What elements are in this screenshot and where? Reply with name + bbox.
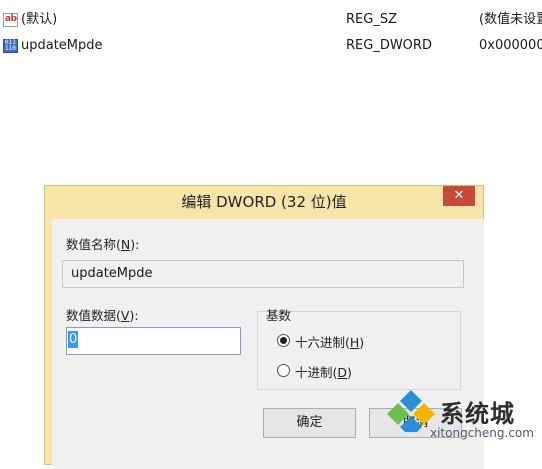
- dword-value-icon: 011 110: [3, 39, 18, 53]
- close-button[interactable]: ✕: [443, 186, 475, 206]
- value-data-selection: 0: [68, 331, 79, 348]
- ok-button[interactable]: 确定: [263, 408, 356, 438]
- close-icon: ✕: [453, 188, 465, 203]
- registry-value-name: (默认): [21, 12, 58, 27]
- registry-value-name: updateMpde: [21, 38, 103, 53]
- watermark-logo-icon: [387, 390, 435, 432]
- watermark-url: xitongcheng.com: [430, 426, 534, 440]
- registry-row-updatempde[interactable]: 011 110 updateMpde REG_DWORD 0x0000000: [0, 35, 542, 57]
- dialog-title: 编辑 DWORD (32 位)值: [181, 193, 347, 211]
- radio-hex-label[interactable]: 十六进制(H): [295, 332, 364, 351]
- registry-value-type: REG_SZ: [346, 12, 397, 27]
- value-data-label: 数值数据(V):: [66, 308, 139, 323]
- radio-decimal-label[interactable]: 十进制(D): [295, 362, 352, 381]
- string-value-icon: ab: [3, 13, 18, 27]
- registry-value-data: (数值未设置: [479, 12, 542, 27]
- dialog-titlebar[interactable]: 编辑 DWORD (32 位)值 ✕: [45, 186, 483, 219]
- value-data-input[interactable]: [66, 327, 241, 355]
- value-name-field[interactable]: updateMpde: [62, 260, 464, 288]
- value-name-label: 数值名称(N):: [66, 237, 140, 252]
- base-group-label: 基数: [266, 308, 292, 323]
- radio-selected-dot: [280, 337, 287, 344]
- registry-row-default[interactable]: ab (默认) REG_SZ (数值未设置: [0, 9, 542, 31]
- watermark-text: 系统城: [440, 400, 515, 428]
- radio-hex[interactable]: [277, 334, 290, 347]
- registry-value-type: REG_DWORD: [346, 38, 432, 53]
- registry-value-data: 0x0000000: [479, 38, 542, 53]
- radio-decimal[interactable]: [277, 364, 290, 377]
